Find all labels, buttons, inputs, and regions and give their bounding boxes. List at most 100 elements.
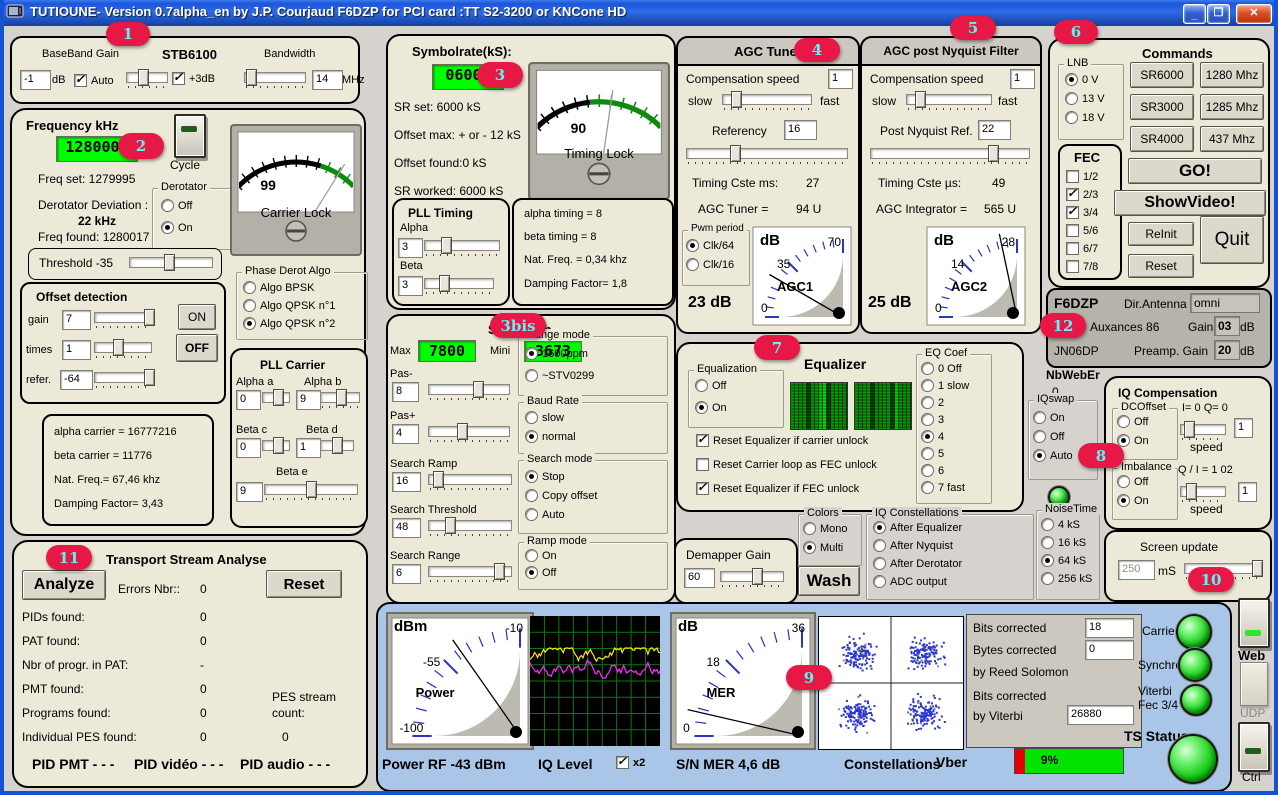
alpha-b-field[interactable]: 9 [296,390,321,410]
minimize-button[interactable]: _ [1183,4,1206,24]
search-stop-radio[interactable]: Stop [525,470,565,483]
bandwidth-field[interactable]: 14 [312,70,343,90]
udp-button[interactable] [1240,662,1268,706]
threshold-slider[interactable] [129,253,213,273]
imbalance-speed-slider[interactable] [1180,482,1226,502]
referency-slider[interactable] [686,144,848,164]
search-threshold-field[interactable]: 48 [392,518,421,538]
lnb-18v-radio[interactable]: 18 V [1065,111,1105,124]
search-range-slider[interactable] [428,562,512,582]
range-1600ppm-radio[interactable]: 1600ppm [525,347,588,360]
pwm-clk16-radio[interactable]: Clk/16 [686,258,734,271]
after-nyquist-radio[interactable]: After Nyquist [873,539,953,552]
imbalance-speed-field[interactable]: 1 [1238,482,1257,502]
eqcoef-4-radio[interactable]: 4 [921,430,944,443]
noise-4ks-radio[interactable]: 4 kS [1041,518,1080,531]
algo-bpsk-radio[interactable]: Algo BPSK [243,281,314,294]
pll-timing-beta-field[interactable]: 3 [398,276,423,296]
reset-eq-fec-checkbox[interactable]: Reset Equalizer if FEC unlock [696,482,859,495]
derotator-on-radio[interactable]: On [161,221,193,234]
cycle-toggle[interactable] [174,114,206,158]
nyq-comp-speed-field[interactable]: 1 [1010,69,1035,89]
after-derotator-radio[interactable]: After Derotator [873,557,962,570]
noise-16ks-radio[interactable]: 16 kS [1041,536,1086,549]
fec-67-checkbox[interactable]: 6/7 [1066,242,1098,255]
screen-update-field[interactable]: 250 [1118,560,1155,580]
pas-minus-slider[interactable] [428,380,510,400]
lnb-13v-radio[interactable]: 13 V [1065,92,1105,105]
go-button[interactable]: GO! [1128,158,1262,184]
baud-slow-radio[interactable]: slow [525,411,564,424]
search-auto-radio[interactable]: Auto [525,508,565,521]
iqswap-auto-radio[interactable]: Auto [1033,449,1073,462]
wash-button[interactable]: Wash [798,566,860,596]
sr3000-button[interactable]: SR3000 [1130,94,1194,120]
dcoffset-speed-field[interactable]: 1 [1234,418,1253,438]
close-button[interactable]: ✕ [1236,4,1272,24]
quit-button[interactable]: Quit [1200,216,1264,264]
eqcoef-2-radio[interactable]: 2 [921,396,944,409]
auto-checkbox[interactable]: Auto [74,74,114,87]
freq-1285-button[interactable]: 1285 Mhz [1200,94,1264,120]
beta-c-slider[interactable] [262,436,290,456]
eqcoef-5-radio[interactable]: 5 [921,447,944,460]
adc-output-radio[interactable]: ADC output [873,575,947,588]
baseband-gain-field[interactable]: -1 [20,70,51,90]
pas-minus-field[interactable]: 8 [392,382,419,402]
dcoffset-on-radio[interactable]: On [1117,434,1149,447]
beta-d-slider[interactable] [320,436,354,456]
alpha-a-field[interactable]: 0 [236,390,261,410]
noise-64ks-radio[interactable]: 64 kS [1041,554,1086,567]
ramp-on-radio[interactable]: On [525,549,557,562]
beta-e-slider[interactable] [264,480,358,500]
plus3db-checkbox[interactable]: +3dB [172,72,215,85]
demapper-gain-field[interactable]: 60 [684,568,715,588]
pll-timing-alpha-slider[interactable] [424,236,500,256]
fec-23-checkbox[interactable]: 2/3 [1066,188,1098,201]
ramp-off-radio[interactable]: Off [525,566,556,579]
demapper-gain-slider[interactable] [720,567,784,587]
ctrl-toggle[interactable] [1238,722,1270,772]
range-stv0299-radio[interactable]: ~STV0299 [525,369,594,382]
preamp-field[interactable]: 20 [1214,340,1240,360]
reset-button[interactable]: Reset [1128,254,1194,278]
fec-34-checkbox[interactable]: 3/4 [1066,206,1098,219]
offset-refer-slider[interactable] [94,368,152,388]
offset-on-button[interactable]: ON [178,304,216,330]
alpha-a-slider[interactable] [262,388,290,408]
search-copy-offset-radio[interactable]: Copy offset [525,489,597,502]
gain-field[interactable]: 03 [1214,316,1240,336]
derotator-off-radio[interactable]: Off [161,199,192,212]
referency-field[interactable]: 16 [784,120,817,140]
search-ramp-field[interactable]: 16 [392,472,421,492]
pll-timing-beta-slider[interactable] [424,274,494,294]
agc-comp-speed-field[interactable]: 1 [828,69,853,89]
fec-56-checkbox[interactable]: 5/6 [1066,224,1098,237]
web-toggle[interactable] [1238,598,1270,648]
eqcoef-1-radio[interactable]: 1 slow [921,379,969,392]
iqswap-on-radio[interactable]: On [1033,411,1065,424]
after-equalizer-radio[interactable]: After Equalizer [873,521,962,534]
offset-gain-field[interactable]: 7 [62,310,91,330]
colors-multi-radio[interactable]: Multi [803,541,843,554]
ts-reset-button[interactable]: Reset [266,570,342,598]
baud-normal-radio[interactable]: normal [525,430,576,443]
dcoffset-speed-slider[interactable] [1180,420,1226,440]
fec-12-checkbox[interactable]: 1/2 [1066,170,1098,183]
eqcoef-0-radio[interactable]: 0 Off [921,362,962,375]
pll-timing-alpha-field[interactable]: 3 [398,238,423,258]
imbalance-on-radio[interactable]: On [1117,494,1149,507]
sr4000-button[interactable]: SR4000 [1130,126,1194,152]
pas-plus-field[interactable]: 4 [392,424,419,444]
baseband-gain-slider[interactable] [126,68,168,88]
algo-qpsk1-radio[interactable]: Algo QPSK n°1 [243,299,335,312]
offset-times-field[interactable]: 1 [62,340,91,360]
fec-78-checkbox[interactable]: 7/8 [1066,260,1098,273]
x2-checkbox[interactable]: x2 [616,756,645,769]
dcoffset-off-radio[interactable]: Off [1117,415,1148,428]
beta-e-field[interactable]: 9 [236,482,263,502]
showvideo-button[interactable]: ShowVideo! [1114,190,1266,216]
offset-refer-field[interactable]: -64 [60,370,93,390]
beta-d-field[interactable]: 1 [296,438,321,458]
bandwidth-slider[interactable] [244,68,306,88]
